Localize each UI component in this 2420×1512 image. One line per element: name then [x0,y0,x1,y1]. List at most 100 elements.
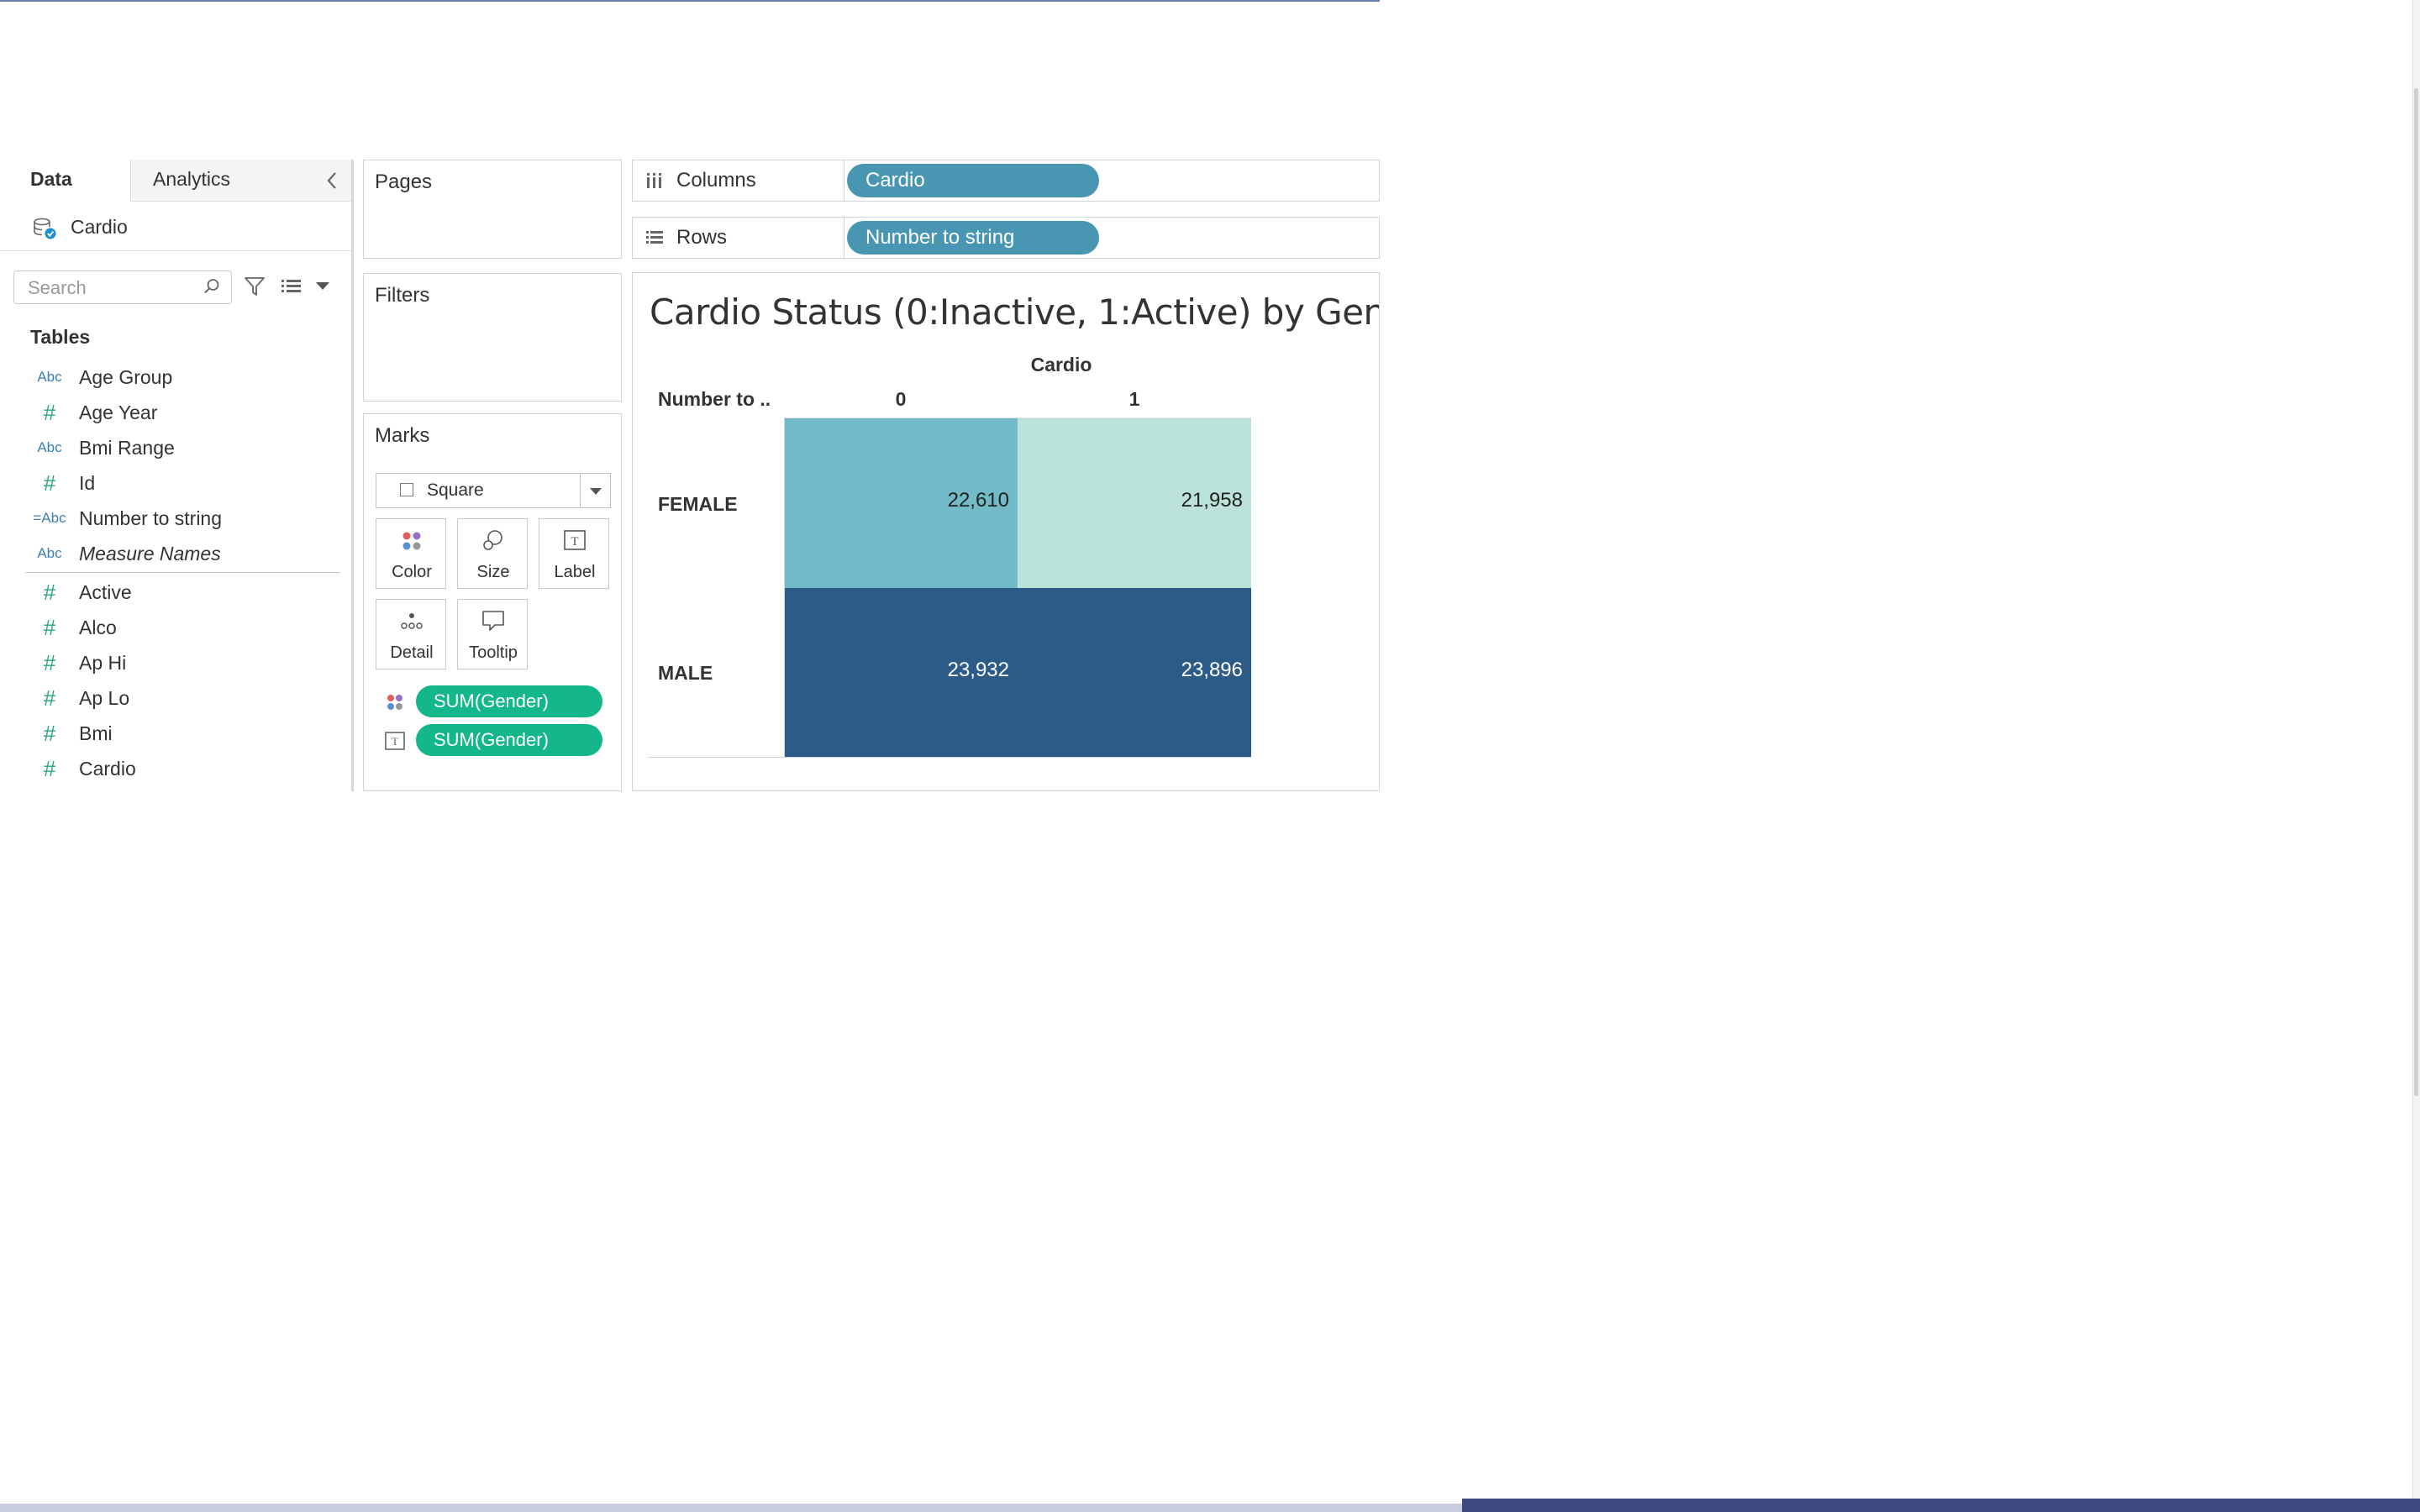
svg-text:T: T [392,735,398,748]
columns-icon [644,170,665,192]
collapse-chevron-left-icon[interactable] [319,168,345,193]
label-encoding-icon: T [384,730,406,752]
tooltip-label: Tooltip [469,643,518,662]
field-item[interactable]: Abc Measure Names [25,536,345,571]
size-circles-icon [458,528,529,556]
field-name: Age Year [79,402,158,423]
field-name: Number to string [79,507,223,529]
number-type-icon: # [43,580,56,605]
field-item[interactable]: # Ap Hi [25,645,345,680]
number-type-icon: # [43,685,56,711]
row-header-female[interactable]: FEMALE [658,493,738,516]
text-t-icon: T [539,528,610,556]
field-item[interactable]: # Age Year [25,395,345,430]
mark-type-dropdown[interactable]: Square [376,473,611,508]
field-item[interactable]: # Ap Lo [25,680,345,716]
worksheet-view: Cardio Status (0:Inactive, 1:Active) by … [632,272,1380,791]
search-icon[interactable] [203,277,221,301]
cardio-column-pill[interactable]: Cardio [847,164,1099,197]
cell-value: 23,932 [947,659,1009,681]
column-header[interactable]: 0 [784,388,1018,411]
abc-type-icon: Abc [37,439,62,455]
svg-text:T: T [571,535,578,549]
field-name: Measure Names [79,543,221,564]
heatmap-cell[interactable]: 21,958 [1018,418,1251,588]
field-item[interactable]: # Active [25,575,345,610]
color-dots-icon [376,528,447,556]
filters-card[interactable]: Filters [363,273,622,402]
rows-icon [644,227,665,249]
row-field-header[interactable]: Number to .. [658,388,771,411]
chevron-down-icon [590,488,602,495]
cell-value: 23,896 [1181,659,1243,681]
cell-value: 22,610 [947,489,1009,512]
view-title[interactable]: Cardio Status (0:Inactive, 1:Active) by … [650,291,1379,333]
datasource-item[interactable]: Cardio [32,210,343,244]
number-type-icon: # [43,721,56,746]
rows-shelf[interactable]: Rows Number to string [632,217,1380,259]
mark-type-value: Square [427,480,484,500]
field-name: Ap Hi [79,652,127,674]
color-encoding-icon [384,691,406,713]
field-item[interactable]: # Alco [25,610,345,645]
field-item[interactable]: Abc Age Group [25,360,345,395]
filters-title: Filters [375,284,430,307]
label-button[interactable]: T Label [539,518,609,589]
pages-card[interactable]: Pages [363,160,622,259]
row-header-male[interactable]: MALE [658,662,713,685]
field-item[interactable]: # Id [25,465,345,501]
field-item[interactable]: Abc Bmi Range [25,430,345,465]
search-field[interactable] [13,270,232,305]
size-button[interactable]: Size [457,518,528,589]
number-type-icon: # [43,400,56,425]
abc-type-icon: Abc [37,369,62,385]
window-top-border [0,0,1380,2]
list-view-icon[interactable] [280,276,303,297]
field-name: Bmi [79,722,113,744]
number-to-string-row-pill[interactable]: Number to string [847,221,1099,255]
divider [648,757,1251,758]
field-item[interactable]: =Abc Number to string [25,501,345,536]
label-sum-gender-pill[interactable]: SUM(Gender) [416,724,602,756]
chevron-down-icon[interactable] [316,282,329,290]
marks-title: Marks [375,424,430,447]
cell-value: 21,958 [1181,489,1243,512]
divider [784,417,785,757]
color-button[interactable]: Color [376,518,446,589]
columns-shelf[interactable]: Columns Cardio [632,160,1380,202]
scrollbar-thumb[interactable] [2414,88,2418,1096]
rows-label: Rows [676,226,728,249]
column-header[interactable]: 1 [1018,388,1251,411]
field-item[interactable]: # Cardio [25,751,345,786]
speech-bubble-icon [458,608,529,637]
field-name: Age Group [79,366,173,388]
column-field-header[interactable]: Cardio [986,354,1137,376]
columns-label: Columns [676,169,756,192]
field-name: Ap Lo [79,687,130,709]
datasource-name: Cardio [71,216,128,238]
number-type-icon: # [43,650,56,675]
color-sum-gender-pill[interactable]: SUM(Gender) [416,685,602,717]
filter-funnel-icon[interactable] [244,276,266,297]
square-mark-icon [400,483,413,496]
divider [0,250,351,251]
heatmap-cell[interactable]: 23,932 [784,588,1018,758]
dropdown-button[interactable] [580,474,610,507]
field-item[interactable]: # Bmi [25,716,345,751]
detail-button[interactable]: Detail [376,599,446,669]
bottom-edge [0,1504,1462,1512]
datasource-icon [32,217,56,239]
field-name: Bmi Range [79,437,175,459]
marks-card: Marks Square Color Size T Label Detail T… [363,413,622,791]
search-input[interactable] [14,271,206,305]
size-label: Size [476,563,510,581]
tab-data[interactable]: Data [0,160,130,202]
heatmap-cell[interactable]: 23,896 [1018,588,1251,758]
pages-title: Pages [375,171,433,193]
tooltip-button[interactable]: Tooltip [457,599,528,669]
dimension-measure-divider [25,572,340,573]
tab-analytics[interactable]: Analytics [130,160,351,202]
number-type-icon: # [43,470,56,496]
label-label: Label [554,563,596,581]
heatmap-cell[interactable]: 22,610 [784,418,1018,588]
